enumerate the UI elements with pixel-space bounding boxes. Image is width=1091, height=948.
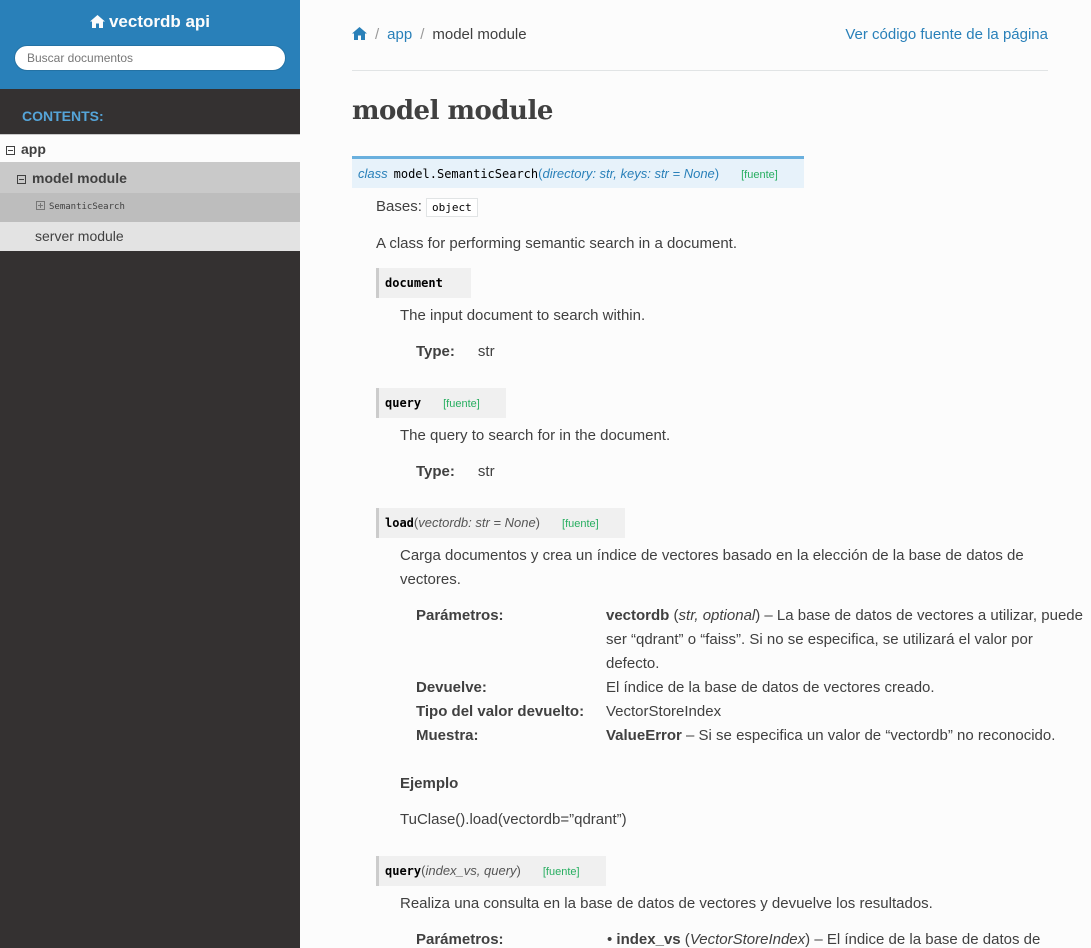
collapse-icon[interactable] (6, 146, 15, 155)
breadcrumb-current: model module (432, 26, 527, 43)
params-label: Parámetros: (416, 607, 504, 624)
home-icon (352, 27, 367, 40)
sidebar: vectordb api CONTENTS: app model module … (0, 0, 300, 948)
collapse-icon[interactable] (17, 175, 26, 184)
params-label: Parámetros: (416, 931, 504, 948)
exception-desc: – Si se especifica un valor de “vectordb… (681, 727, 1056, 744)
paren-close: ) (516, 863, 521, 878)
return-type-label: Tipo del valor devuelto: (416, 703, 585, 720)
bases-line: Bases: object (376, 198, 478, 217)
nav-label: SemanticSearch (49, 202, 125, 212)
toc-caption: CONTENTS: (22, 108, 104, 124)
breadcrumb-separator: / (375, 26, 380, 43)
main-content: / app / model module Ver código fuente de l… (300, 0, 1091, 948)
param-type: VectorStoreIndex (689, 931, 806, 948)
example-code: TuClase().load(vectordb=”qdrant”) (400, 811, 627, 828)
class-params: directory: str, keys: str = None (542, 166, 715, 181)
method-params: index_vs, query (425, 863, 517, 878)
param-type: str, optional (678, 607, 756, 624)
exception-name: ValueError (606, 727, 682, 744)
load-source-link[interactable]: [fuente] (562, 518, 599, 530)
param-open: ( (669, 607, 679, 624)
class-description: A class for performing semantic search i… (376, 235, 737, 252)
class-name: model.SemanticSearch (393, 167, 539, 181)
class-signature: class model.SemanticSearch(directory: str… (352, 156, 804, 188)
method-description-line: vectores. (400, 571, 461, 588)
method-name: query (385, 864, 422, 878)
nav-label: model module (32, 170, 127, 186)
attribute-description: The query to search for in the document. (400, 427, 671, 444)
project-title: vectordb api (108, 12, 211, 31)
breadcrumb: / app / model module Ver código fuente de l… (352, 26, 1048, 46)
nav-item-semanticsearch[interactable]: SemanticSearch (0, 193, 300, 222)
nav-item-app[interactable]: app (0, 134, 300, 163)
param-vectordb: vectordb (str, optional) – La base de da… (606, 604, 1086, 676)
nav-label: server module (35, 228, 124, 244)
header-divider (352, 70, 1048, 71)
param-name: vectordb (606, 607, 670, 624)
project-home-link[interactable]: vectordb api (89, 12, 211, 32)
expand-icon[interactable] (36, 201, 45, 210)
type-value: str (477, 343, 495, 360)
raises-value: ValueError – Si se especifica un valor d… (606, 727, 1055, 744)
nav-label: app (21, 141, 46, 157)
param-desc: ) – El índice de la base de datos de (805, 931, 1041, 948)
bases-value: object (426, 198, 478, 217)
method-name: load (385, 516, 414, 530)
bases-label: Bases: (376, 198, 422, 215)
attribute-name: document (385, 276, 443, 290)
query-method-source-link[interactable]: [fuente] (543, 866, 580, 878)
bullet-dot: • (607, 931, 617, 948)
attribute-type: Type: str (416, 463, 495, 480)
returns-label: Devuelve: (416, 679, 487, 696)
search-input[interactable] (14, 45, 286, 71)
query-source-link[interactable]: [fuente] (443, 398, 480, 410)
method-description: Realiza una consulta en la base de datos… (400, 895, 933, 912)
return-type-value: VectorStoreIndex (606, 703, 722, 720)
page-title: model module (352, 96, 553, 126)
home-icon (89, 15, 105, 28)
attribute-description: The input document to search within. (400, 307, 646, 324)
param-index-vs: • index_vs (VectorStoreIndex) – El índic… (607, 931, 1040, 948)
breadcrumb-home[interactable] (352, 26, 367, 43)
breadcrumb-separator: / (420, 26, 425, 43)
type-label: Type: (416, 463, 455, 480)
attribute-document-signature: document (376, 268, 471, 298)
method-description-line: Carga documentos y crea un índice de vec… (400, 547, 1024, 564)
nav-item-model-module[interactable]: model module (0, 163, 300, 193)
paren-close: ) (535, 515, 541, 530)
class-keyword: class (358, 166, 388, 181)
method-params: vectordb: str = None (418, 515, 536, 530)
attribute-type: Type: str (416, 343, 495, 360)
nav-item-server-module[interactable]: server module (0, 222, 300, 251)
param-name: index_vs (616, 931, 681, 948)
paren-close: ) (714, 166, 720, 181)
type-label: Type: (416, 343, 455, 360)
method-load-signature: load(vectordb: str = None) [fuente] (376, 508, 625, 538)
view-page-source-link[interactable]: Ver código fuente de la página (845, 26, 1048, 43)
returns-value: El índice de la base de datos de vectore… (606, 679, 935, 696)
class-source-link[interactable]: [fuente] (741, 169, 778, 181)
breadcrumb-app-link[interactable]: app (387, 26, 412, 43)
method-query-signature: query(index_vs, query) [fuente] (376, 856, 606, 886)
param-open: ( (680, 931, 690, 948)
example-heading: Ejemplo (400, 775, 459, 792)
raises-label: Muestra: (416, 727, 479, 744)
attribute-name: query (385, 396, 422, 410)
sidebar-header: vectordb api (0, 0, 300, 89)
attribute-query-signature: query [fuente] (376, 388, 506, 418)
type-value: str (477, 463, 495, 480)
